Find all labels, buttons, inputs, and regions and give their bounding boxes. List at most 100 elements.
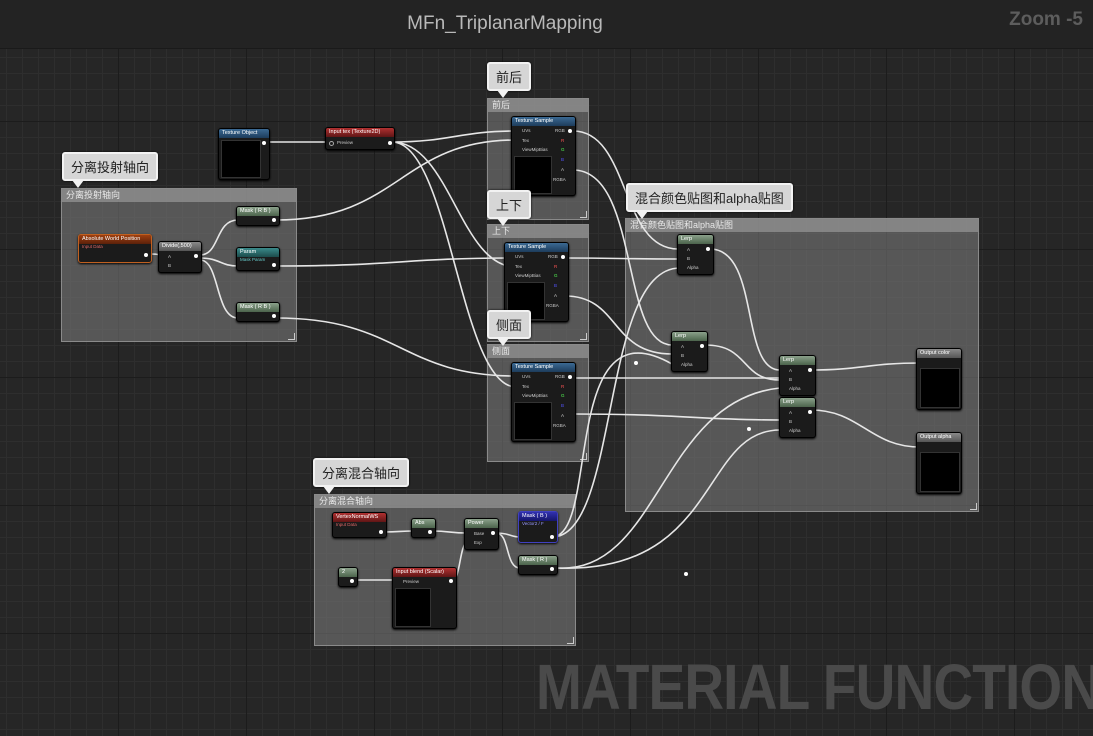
output-pin[interactable]	[144, 253, 148, 257]
pin-tex: Tex	[522, 138, 530, 143]
node-title: Lerp	[672, 332, 707, 341]
output-pin[interactable]	[808, 368, 812, 372]
pin-b: B	[789, 377, 793, 382]
pin-viewmip: ViewMipBias	[522, 147, 548, 152]
pin-viewmip: ViewMipBias	[522, 393, 548, 398]
output-alpha-node[interactable]: Output alpha	[916, 432, 962, 494]
output-pin[interactable]	[568, 129, 572, 133]
pin-rgba: RGBA	[546, 303, 559, 308]
absolute-world-position-node[interactable]: Absolute World Position Input Data	[78, 234, 152, 263]
pin-b-out: B	[554, 283, 558, 288]
output-pin[interactable]	[350, 579, 354, 583]
abs-node[interactable]: Abs	[411, 518, 436, 538]
pin-tex: Tex	[522, 384, 530, 389]
node-subtitle: Input Data	[336, 522, 357, 527]
comment-bubble-blend-color[interactable]: 混合颜色贴图和alpha贴图	[626, 183, 793, 219]
output-pin[interactable]	[700, 344, 704, 348]
pin-rgba: RGBA	[553, 177, 566, 182]
comment-bubble-side[interactable]: 侧面	[487, 310, 532, 346]
pin-r: R	[561, 138, 565, 143]
node-title: Output alpha	[917, 433, 961, 442]
output-pin[interactable]	[428, 530, 432, 534]
output-color-node[interactable]: Output color	[916, 348, 962, 410]
output-pin[interactable]	[568, 375, 572, 379]
output-pin[interactable]	[272, 218, 276, 222]
graph-title: MFn_TriplanarMapping	[407, 13, 603, 34]
node-title: VertexNormalWS	[333, 513, 386, 522]
pin-alpha: Alpha	[681, 362, 693, 367]
texture-preview	[221, 140, 261, 178]
input-tex-node[interactable]: Input tex (Texture2D) Preview	[325, 127, 395, 150]
param-node[interactable]: Param Mask Param	[236, 247, 280, 271]
title-bar: MFn_TriplanarMapping Zoom -5	[0, 0, 1093, 49]
node-title: Mask ( R B )	[237, 207, 279, 216]
output-pin[interactable]	[379, 530, 383, 534]
texture-object-node[interactable]: Texture Object	[218, 128, 270, 180]
pin-b: B	[687, 256, 691, 261]
pin-g: G	[554, 273, 558, 278]
mask-r-node[interactable]: Mask ( R )	[518, 555, 558, 575]
pin-tex: Tex	[515, 264, 523, 269]
lerp-node-2[interactable]: Lerp A B Alpha	[671, 331, 708, 372]
pin-uvs: UVs	[522, 128, 531, 133]
mask-rb-top-node[interactable]: Mask ( R B )	[236, 206, 280, 226]
comment-title: 分离混合轴向	[315, 495, 575, 508]
comment-bubble-up-down[interactable]: 上下	[487, 190, 532, 226]
output-pin[interactable]	[561, 255, 565, 259]
zoom-level: Zoom -5	[1009, 9, 1083, 30]
node-title: Output color	[917, 349, 961, 358]
comment-title: 混合颜色贴图和alpha贴图	[626, 219, 978, 232]
comment-title: 前后	[488, 99, 588, 112]
material-function-watermark: MATERIAL FUNCTION	[536, 651, 1093, 723]
output-pin[interactable]	[706, 247, 710, 251]
pin-a: A	[168, 254, 172, 259]
output-pin[interactable]	[194, 254, 198, 258]
pin-viewmip: ViewMipBias	[515, 273, 541, 278]
pin-exp: Exp	[474, 540, 482, 545]
node-title: Power	[465, 519, 498, 528]
pin-b: B	[789, 419, 793, 424]
comment-bubble-projection[interactable]: 分离投射轴向	[62, 152, 159, 188]
output-pin[interactable]	[550, 567, 554, 571]
output-pin[interactable]	[550, 535, 554, 539]
node-subtitle: Mask Param	[240, 257, 266, 262]
pin-base: Base	[474, 531, 485, 536]
mask-b-node[interactable]: Mask ( B ) Vector2 / F	[518, 511, 558, 543]
vertex-normal-node[interactable]: VertexNormalWS Input Data	[332, 512, 387, 538]
comment-bubble-front-back[interactable]: 前后	[487, 62, 532, 98]
output-pin[interactable]	[449, 579, 453, 583]
output-pin[interactable]	[272, 314, 276, 318]
texture-sample-front-node[interactable]: Texture Sample UVs Tex ViewMipBias RGB R…	[511, 116, 576, 196]
node-title: Abs	[412, 519, 435, 528]
comment-bubble-blend-axis[interactable]: 分离混合轴向	[313, 458, 410, 494]
output-pin[interactable]	[808, 410, 812, 414]
pin-a: A	[789, 410, 793, 415]
graph-canvas[interactable]: 分离投射轴向 前后 上下 侧面 混合颜色贴图和alpha贴图 分离混合轴向 Te…	[0, 0, 1093, 736]
pin-alpha: Alpha	[789, 386, 801, 391]
constant-node[interactable]: 2	[338, 567, 358, 587]
node-title: Texture Sample	[512, 117, 575, 126]
pin-a-out: A	[561, 167, 565, 172]
pin-a: A	[681, 344, 685, 349]
lerp-node-3[interactable]: Lerp A B Alpha	[779, 355, 816, 396]
pin-r: R	[554, 264, 558, 269]
lerp-node-1[interactable]: Lerp A B Alpha	[677, 234, 714, 275]
input-blend-node[interactable]: Input blend (Scalar) Preview	[392, 567, 457, 629]
output-pin[interactable]	[272, 263, 276, 267]
texture-sample-side-node[interactable]: Texture Sample UVs Tex ViewMipBias RGB R…	[511, 362, 576, 442]
output-pin[interactable]	[491, 531, 495, 535]
node-title: Mask ( R B )	[237, 303, 279, 312]
output-pin[interactable]	[262, 141, 266, 145]
power-node[interactable]: Power Base Exp	[464, 518, 499, 550]
lerp-node-4[interactable]: Lerp A B Alpha	[779, 397, 816, 438]
node-subtitle: Input Data	[82, 244, 103, 249]
output-preview	[920, 368, 960, 408]
mask-rb-bottom-node[interactable]: Mask ( R B )	[236, 302, 280, 322]
input-pin[interactable]	[329, 141, 334, 146]
pin-alpha: Alpha	[687, 265, 699, 270]
pin-uvs: UVs	[515, 254, 524, 259]
node-title: Absolute World Position	[79, 235, 151, 244]
node-title: Input tex (Texture2D)	[326, 128, 394, 137]
output-pin[interactable]	[388, 141, 392, 145]
divide-node[interactable]: Divide(,500) A B	[158, 241, 202, 273]
